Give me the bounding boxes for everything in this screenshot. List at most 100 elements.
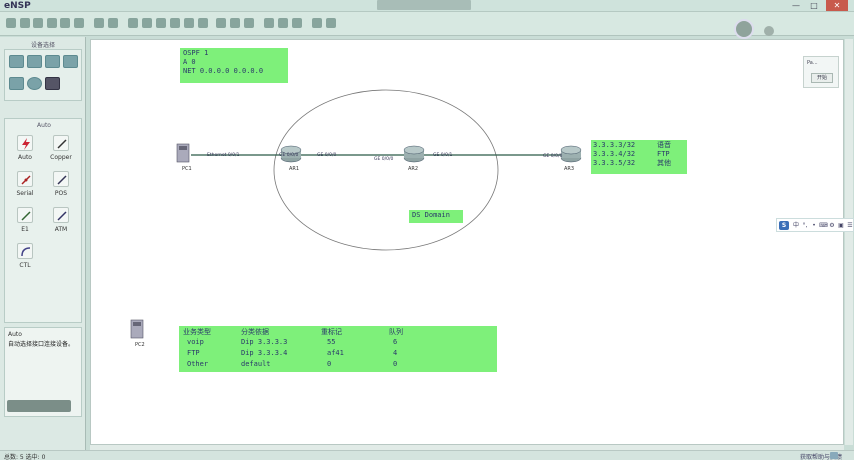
zoom-in-icon[interactable] bbox=[216, 18, 226, 28]
pc-icon[interactable] bbox=[9, 77, 24, 90]
stop-device-icon[interactable] bbox=[278, 18, 288, 28]
ime-keyboard-icon[interactable]: ⌨ bbox=[819, 221, 828, 230]
description-button[interactable] bbox=[7, 400, 71, 412]
cable-serial[interactable]: Serial bbox=[9, 171, 41, 207]
open-icon[interactable] bbox=[33, 18, 43, 28]
cable-label: E1 bbox=[21, 226, 29, 233]
save-icon[interactable] bbox=[47, 18, 57, 28]
start-button[interactable]: 开始 bbox=[811, 73, 833, 83]
settings-icon[interactable] bbox=[326, 18, 336, 28]
address-ip: 3.3.3.4/32 bbox=[593, 150, 636, 158]
qos-cell: FTP bbox=[187, 349, 200, 357]
save-as-icon[interactable] bbox=[60, 18, 70, 28]
ime-toolbar[interactable]: S 中 °, • ⌨ ⚙ ▣ ☰ bbox=[776, 218, 854, 232]
cloud-icon[interactable] bbox=[27, 77, 42, 90]
qos-cell: voip bbox=[187, 338, 204, 346]
title-bar: eNSP — □ ✕ bbox=[0, 0, 854, 12]
ime-logo-icon[interactable]: S bbox=[779, 221, 789, 230]
redo-icon[interactable] bbox=[108, 18, 118, 28]
serial-cable-icon bbox=[17, 171, 33, 187]
pan-icon[interactable] bbox=[142, 18, 152, 28]
qos-header: 分类依据 bbox=[241, 328, 269, 336]
new-example-icon[interactable] bbox=[20, 18, 30, 28]
description-title: Auto bbox=[8, 331, 22, 338]
note-line: NET 0.0.0.0 0.0.0.0 bbox=[183, 67, 264, 75]
maximize-button[interactable]: □ bbox=[806, 0, 822, 11]
cable-copper[interactable]: Copper bbox=[45, 135, 77, 171]
ospf-config-note[interactable]: OSPF 1 A 0 NET 0.0.0.0 0.0.0.0 bbox=[180, 48, 288, 83]
qos-header: 队列 bbox=[389, 328, 403, 336]
delete-link-icon[interactable] bbox=[170, 18, 180, 28]
status-bar: 总数: 5 选中: 0 获取帮助与反馈 bbox=[0, 450, 854, 460]
select-icon[interactable] bbox=[128, 18, 138, 28]
ime-voice-icon[interactable]: • bbox=[810, 221, 818, 230]
topology-drawing bbox=[130, 89, 582, 368]
qos-cell: default bbox=[241, 360, 271, 368]
qos-cell: af41 bbox=[327, 349, 344, 357]
feedback-icon[interactable] bbox=[830, 452, 838, 459]
delete-icon[interactable] bbox=[156, 18, 166, 28]
cable-label: POS bbox=[54, 190, 68, 197]
new-topology-icon[interactable] bbox=[6, 18, 16, 28]
qos-header: 业务类型 bbox=[183, 328, 211, 336]
cable-ctl[interactable]: CTL bbox=[9, 243, 41, 279]
device-panel: 设备选择 Auto Auto Copper Serial POS E1 ATM … bbox=[0, 37, 86, 450]
vertical-scrollbar[interactable] bbox=[845, 39, 853, 445]
connection-icon[interactable] bbox=[45, 77, 60, 90]
ime-settings-icon[interactable]: ⚙ bbox=[828, 221, 836, 230]
router-icon[interactable] bbox=[9, 55, 24, 68]
ime-chinese-mode[interactable]: 中 bbox=[792, 221, 800, 230]
address-row: 3.3.3.5/32 其他 bbox=[593, 159, 685, 168]
qos-cell: 0 bbox=[327, 360, 332, 368]
atm-cable-icon bbox=[53, 207, 69, 223]
undo-icon[interactable] bbox=[94, 18, 104, 28]
cable-box: Auto Auto Copper Serial POS E1 ATM CTL bbox=[4, 118, 82, 323]
pos-cable-icon bbox=[53, 171, 69, 187]
cable-e1[interactable]: E1 bbox=[9, 207, 41, 243]
cable-label: Serial bbox=[16, 190, 34, 197]
help-icon[interactable] bbox=[764, 26, 774, 36]
cable-label: CTL bbox=[19, 262, 31, 269]
device-category-box bbox=[4, 49, 82, 101]
zoom-out-icon[interactable] bbox=[230, 18, 240, 28]
qos-table-note[interactable]: 业务类型 分类依据 重标记 队列 voip Dip 3.3.3.3 55 6 F… bbox=[179, 326, 497, 372]
print-icon[interactable] bbox=[74, 18, 84, 28]
qos-cell: Dip 3.3.3.3 bbox=[241, 338, 288, 346]
ime-menu-icon[interactable]: ☰ bbox=[846, 221, 854, 230]
fit-icon[interactable] bbox=[244, 18, 254, 28]
switch-icon[interactable] bbox=[27, 55, 42, 68]
shape-icon[interactable] bbox=[198, 18, 208, 28]
port-label: GE 0/0/1 bbox=[433, 153, 453, 158]
ar2-router-icon bbox=[403, 145, 425, 163]
qos-row: voip Dip 3.3.3.3 55 6 bbox=[179, 338, 497, 348]
address-row: 3.3.3.4/32 FTP bbox=[593, 150, 685, 159]
floating-panel[interactable]: Pa... 开始 bbox=[803, 56, 839, 88]
cable-pos[interactable]: POS bbox=[45, 171, 77, 207]
qos-cell: 0 bbox=[393, 360, 398, 368]
qos-cell: 6 bbox=[393, 338, 398, 346]
ctl-cable-icon bbox=[17, 243, 33, 259]
minimize-button[interactable]: — bbox=[788, 0, 804, 11]
close-button[interactable]: ✕ bbox=[826, 0, 848, 11]
topology-canvas[interactable]: PC1 PC2 AR1 AR2 AR3 Ethernet 0/0/1 GE 0/… bbox=[90, 39, 844, 445]
ime-skin-icon[interactable]: ▣ bbox=[837, 221, 845, 230]
huawei-avatar[interactable] bbox=[734, 19, 754, 39]
port-label: GE 0/0/0 bbox=[374, 157, 394, 162]
wlan-icon[interactable] bbox=[45, 55, 60, 68]
cli-icon[interactable] bbox=[312, 18, 322, 28]
ds-domain-note[interactable]: DS Domain bbox=[409, 210, 463, 223]
qos-row: Other default 0 0 bbox=[179, 360, 497, 370]
cable-auto[interactable]: Auto bbox=[9, 135, 41, 171]
firewall-icon[interactable] bbox=[63, 55, 78, 68]
description-box: Auto 自动选择接口连接设备。 bbox=[4, 327, 82, 417]
address-service: 语音 bbox=[657, 141, 671, 149]
ime-punctuation[interactable]: °, bbox=[801, 221, 809, 230]
text-icon[interactable] bbox=[184, 18, 194, 28]
start-device-icon[interactable] bbox=[264, 18, 274, 28]
cable-atm[interactable]: ATM bbox=[45, 207, 77, 243]
address-note[interactable]: 3.3.3.3/32 语音 3.3.3.4/32 FTP 3.3.3.5/32 … bbox=[591, 140, 687, 174]
capture-icon[interactable] bbox=[292, 18, 302, 28]
floating-panel-label: Pa... bbox=[807, 60, 818, 66]
qos-cell: 4 bbox=[393, 349, 398, 357]
ar2-label: AR2 bbox=[408, 166, 419, 172]
